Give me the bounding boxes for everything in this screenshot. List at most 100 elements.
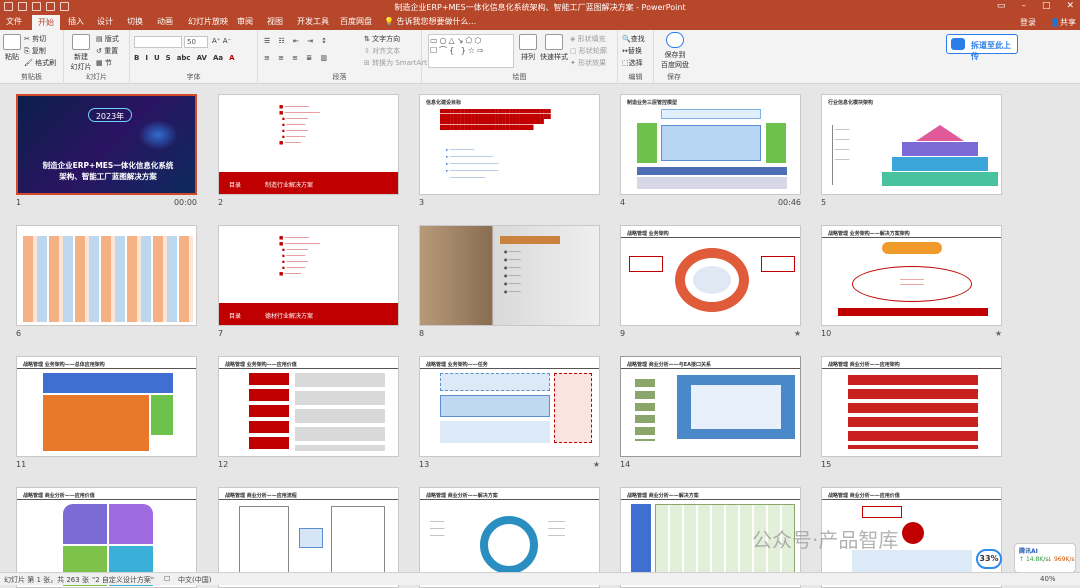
italic-button[interactable]: I <box>145 54 148 62</box>
upload-button[interactable]: 拆道至此上传 <box>946 34 1018 61</box>
grow-font-icon[interactable]: A⁺ A⁻ <box>212 37 231 45</box>
cut-button[interactable]: ✂ 剪切 <box>24 34 46 44</box>
font-size-combo[interactable]: 50 <box>184 36 208 48</box>
tab-home[interactable]: 开始 <box>32 15 60 30</box>
select-label: 选择 <box>628 59 643 67</box>
shape-outline-button[interactable]: ▢ 形状轮廓 <box>570 46 607 56</box>
slide-count: 幻灯片 第 1 张，共 263 张 <box>4 576 89 584</box>
tab-review[interactable]: 审阅 <box>237 16 253 27</box>
slide-12-preview: 战略管理 业务架构——应用价值 <box>218 356 399 457</box>
slide-12-heading: 战略管理 业务架构——应用价值 <box>225 362 297 368</box>
shapes-gallery[interactable]: ▭○△↘⬠⬡ ☐⌒{ }☆⇨ <box>428 34 514 68</box>
slide-10-preview: 战略管理 业务架构——解决方案架构 ────────── ────────── <box>821 225 1002 326</box>
align-buttons-icon[interactable]: ≡ ≡ ≡ ≣ ▥ <box>264 54 330 62</box>
copy-button[interactable]: ⎘ 复制 <box>24 46 46 56</box>
slide-14-inner <box>691 385 781 429</box>
group-drawing: ▭○△↘⬠⬡ ☐⌒{ }☆⇨ 排列 快速样式 ◈ 形状填充 ▢ 形状轮廓 ✦ 形状… <box>422 30 618 84</box>
slide-16-q1 <box>63 504 107 544</box>
align-text-button[interactable]: ⇳ 对齐文本 <box>364 46 400 56</box>
slide-12-rule <box>219 368 398 369</box>
smartart-button[interactable]: ⊞ 转换为 SmartArt <box>364 58 427 68</box>
maximize-icon[interactable]: □ <box>1042 1 1051 11</box>
slide-4-layer2 <box>661 125 761 161</box>
paste-button[interactable]: 粘贴 <box>2 34 22 62</box>
download-speed-value: 969K/s <box>1053 556 1075 563</box>
slide-9-box-left <box>629 256 663 272</box>
tab-baidu[interactable]: 百度网盘 <box>340 16 372 27</box>
layout-button[interactable]: ▤ 版式 <box>96 34 119 44</box>
pyramid-mid <box>902 142 978 156</box>
shape-fill-button[interactable]: ◈ 形状填充 <box>570 34 606 44</box>
tab-developer[interactable]: 开发工具 <box>297 16 329 27</box>
slide-8-preview: ● ───── ● ───── ● ───── ● ───── ● ───── ● ───… <box>419 225 600 326</box>
slide-10-base <box>838 308 988 316</box>
slide-14-heading: 战略管理 商业分析——与EA接口关系 <box>627 362 712 368</box>
assistant-widget[interactable]: 腾讯AI ↑ 14.8K/s ↓ 969K/s <box>1014 543 1076 573</box>
tab-animations[interactable]: 动画 <box>157 16 173 27</box>
ribbon-display-icon[interactable]: ▭ <box>997 1 1006 11</box>
underline-button[interactable]: U <box>154 54 160 62</box>
shadow-button[interactable]: S <box>166 54 171 62</box>
list-buttons-icon[interactable]: ☰ ☷ ⇤ ⇥ ↕ <box>264 37 330 45</box>
slide-4-heading: 制造业务三层管控模型 <box>627 100 678 106</box>
tab-insert[interactable]: 插入 <box>68 16 84 27</box>
slide-13-low <box>440 421 550 443</box>
shape-effects-button[interactable]: ✦ 形状效果 <box>570 58 606 68</box>
bold-button[interactable]: B <box>134 54 139 62</box>
share-button[interactable]: 👤共享 <box>1050 17 1076 28</box>
tell-me-box[interactable]: 💡 告诉我您想要做什么... <box>384 16 476 27</box>
language[interactable]: 中文(中国) <box>178 575 211 585</box>
slide-timing: 00:46 <box>777 198 801 207</box>
pyramid-top <box>916 125 964 141</box>
proofing-icon[interactable]: ☐ <box>164 575 170 583</box>
select-button[interactable]: ⬚选择 <box>622 58 643 68</box>
slide-11-blue <box>43 373 173 393</box>
globe-graphic <box>138 120 178 150</box>
group-editing: 🔍查找 ↔替换 ⬚选择 编辑 <box>618 30 654 84</box>
login-link[interactable]: 登录 <box>1020 17 1036 28</box>
reset-button[interactable]: ↺ 重置 <box>96 46 118 56</box>
replace-button[interactable]: ↔替换 <box>622 46 642 56</box>
slide-20-heading: 战略管理 商业分析——应用价值 <box>828 493 900 499</box>
change-case-button[interactable]: Aa <box>213 54 223 62</box>
save-baidu-button[interactable]: 保存到 百度网盘 <box>658 32 692 70</box>
find-button[interactable]: 🔍查找 <box>622 34 645 44</box>
close-icon[interactable]: ✕ <box>1066 1 1074 11</box>
quick-styles-button[interactable]: 快速样式 <box>540 34 568 62</box>
slide-12-red-column <box>249 373 289 451</box>
slide-7-footer-right: 德材行业解决方案 <box>265 313 314 320</box>
minimize-icon[interactable]: – <box>1021 1 1026 11</box>
tab-transitions[interactable]: 切换 <box>127 16 143 27</box>
slide-14-preview: 战略管理 商业分析——与EA接口关系 <box>620 356 801 457</box>
arrange-button[interactable]: 排列 <box>516 34 540 62</box>
lightbulb-icon: 💡 <box>384 17 394 26</box>
group-font: 50 A⁺ A⁻ B I U S abc AV Aa A 字体 <box>130 30 258 84</box>
slide-13-heading: 战略管理 业务架构——任务 <box>426 362 488 368</box>
tab-file[interactable]: 文件 <box>6 16 22 27</box>
font-color-button[interactable]: A <box>229 54 234 62</box>
slide-2-footer-left: 目录 <box>229 182 242 189</box>
slides-group-label: 幻灯片 <box>86 73 107 81</box>
char-spacing-button[interactable]: AV <box>197 54 207 62</box>
tab-view[interactable]: 视图 <box>267 16 283 27</box>
format-painter-button[interactable]: 🖌 格式刷 <box>24 58 56 68</box>
slide-4-preview: 制造业务三层管控模型 <box>620 94 801 195</box>
text-direction-button[interactable]: ⇅ 文字方向 <box>364 34 400 44</box>
tab-design[interactable]: 设计 <box>97 16 113 27</box>
zoom-level[interactable]: 40% <box>1040 575 1056 583</box>
slide-20-rule <box>822 499 1001 500</box>
slide-5-preview: 行业信息化模块架构 ────── ────── ────── ────── <box>821 94 1002 195</box>
font-name-combo[interactable] <box>134 36 182 48</box>
group-slides: 新建 幻灯片 ▤ 版式 ↺ 重置 ▦ 节 幻灯片 <box>64 30 130 84</box>
new-slide-button[interactable]: 新建 幻灯片 <box>68 34 94 72</box>
slide-17-rule <box>219 499 398 500</box>
cut-label: 剪切 <box>32 35 47 43</box>
slide-16-rule <box>17 499 196 500</box>
slide-20-box <box>862 506 902 518</box>
tab-slideshow[interactable]: 幻灯片放映 <box>188 16 228 27</box>
slide-3-heading: 信息化建设目标 <box>426 100 462 106</box>
section-button[interactable]: ▦ 节 <box>96 58 112 68</box>
align-text-label: 对齐文本 <box>372 47 401 55</box>
strikethrough-button[interactable]: abc <box>177 54 191 62</box>
performance-percent[interactable]: 33% <box>976 549 1002 569</box>
